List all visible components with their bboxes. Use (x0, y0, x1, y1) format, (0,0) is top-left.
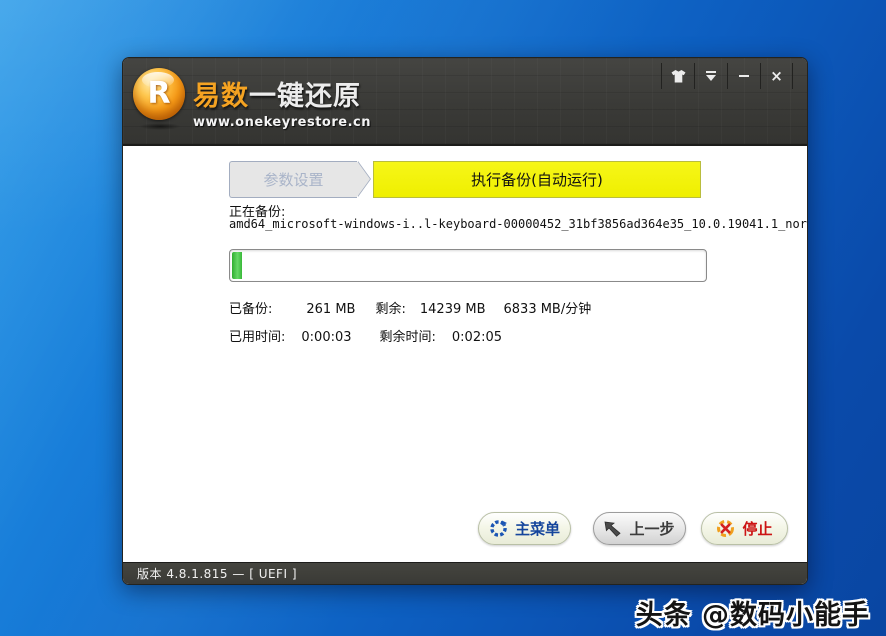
backed-label: 已备份: (229, 298, 272, 317)
watermark-text: 头条 @数码小能手 (636, 593, 870, 632)
back-arrow-icon (604, 521, 622, 537)
time-remaining-value: 0:02:05 (452, 330, 502, 345)
stop-label: 停止 (742, 518, 772, 539)
tab-execute-backup-label: 执行备份(自动运行) (471, 169, 603, 190)
logo-letter: R (147, 79, 170, 109)
close-button[interactable]: × (760, 63, 793, 89)
back-button[interactable]: 上一步 (593, 512, 686, 545)
backed-value: 261 MB (306, 302, 355, 317)
remaining-value: 14239 MB (420, 302, 486, 317)
main-menu-circle-icon (489, 519, 508, 538)
collapse-triangle-icon (705, 71, 717, 81)
minimize-icon (739, 75, 749, 77)
app-title: 易数一键还原 (193, 74, 371, 113)
minimize-to-tray-button[interactable] (694, 63, 727, 89)
backup-time-line: 已用时间: 0:00:03 剩余时间: 0:02:05 (229, 326, 502, 345)
logo-sphere-icon: R (133, 68, 185, 120)
shirt-icon (671, 70, 686, 83)
close-icon: × (770, 69, 783, 84)
tab-parameter-settings-label: 参数设置 (263, 169, 323, 190)
minimize-button[interactable] (727, 63, 760, 89)
window-controls: × (661, 63, 793, 89)
main-menu-label: 主菜单 (515, 518, 560, 539)
statusbar: 版本 4.8.1.815 — [ UEFI ] (123, 562, 807, 584)
brand-block: 易数一键还原 www.onekeyrestore.cn (193, 74, 371, 130)
remaining-label: 剩余: (375, 298, 405, 317)
app-window: R 易数一键还原 www.onekeyrestore.cn (122, 57, 808, 585)
titlebar: R 易数一键还原 www.onekeyrestore.cn (123, 58, 807, 146)
skin-button[interactable] (661, 63, 694, 89)
tab-parameter-settings[interactable]: 参数设置 (229, 161, 357, 198)
tab-execute-backup[interactable]: 执行备份(自动运行) (373, 161, 701, 198)
app-logo: R (133, 68, 187, 130)
main-menu-button[interactable]: 主菜单 (478, 512, 571, 545)
backup-stats-line: 已备份: 261 MB 剩余: 14239 MB 6833 MB/分钟 (229, 298, 591, 317)
time-remaining-label: 剩余时间: (380, 326, 436, 345)
back-label: 上一步 (629, 518, 674, 539)
elapsed-value: 0:00:03 (301, 330, 351, 345)
app-title-orange: 易数 (193, 81, 249, 112)
elapsed-label: 已用时间: (229, 326, 285, 345)
app-title-white: 一键还原 (249, 81, 361, 112)
backup-progress-fill (232, 252, 242, 279)
version-text: 版本 4.8.1.815 — [ UEFI ] (137, 565, 297, 582)
current-file-path: amd64_microsoft-windows-i..l-keyboard-00… (229, 217, 807, 231)
logo-shadow (139, 123, 181, 130)
stop-button[interactable]: 停止 (701, 512, 788, 545)
speed-value: 6833 MB/分钟 (504, 298, 592, 317)
backup-progress-bar (229, 249, 707, 282)
stop-x-icon (716, 519, 735, 538)
brand-url: www.onekeyrestore.cn (193, 115, 371, 130)
